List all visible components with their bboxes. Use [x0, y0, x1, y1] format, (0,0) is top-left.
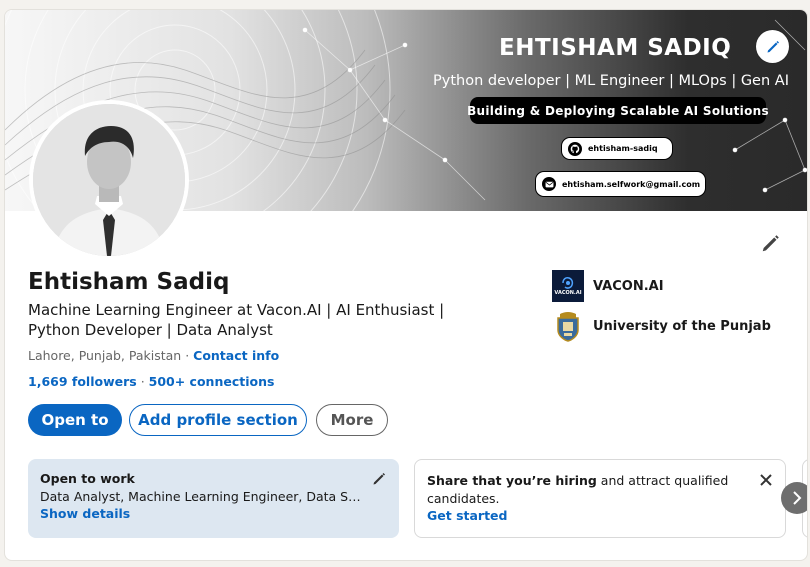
- company-name: VACON.AI: [593, 278, 664, 294]
- profile-stats: 1,669 followers · 500+ connections: [28, 374, 274, 389]
- edit-cover-button[interactable]: [756, 30, 789, 63]
- banner-name: EHTISHAM SADIQ: [499, 35, 732, 61]
- hiring-card[interactable]: Share that you’re hiring and attract qua…: [414, 459, 786, 538]
- profile-location: Lahore, Punjab, Pakistan: [28, 348, 182, 363]
- university-crest: [552, 310, 584, 342]
- get-started-link[interactable]: Get started: [427, 508, 773, 523]
- open-to-work-card[interactable]: Open to work Data Analyst, Machine Learn…: [28, 459, 399, 538]
- open-to-work-roles: Data Analyst, Machine Learning Engineer,…: [40, 489, 361, 504]
- banner-github-pill: ehtisham-sadiq: [561, 137, 673, 160]
- edit-intro-button[interactable]: [759, 231, 783, 255]
- carousel-next-button[interactable]: [781, 482, 807, 514]
- vacon-logo: VACON.AI: [552, 270, 584, 302]
- open-to-work-title: Open to work: [40, 471, 135, 486]
- show-details-link[interactable]: Show details: [40, 506, 387, 521]
- profile-location-line: Lahore, Punjab, Pakistan · Contact info: [28, 348, 279, 363]
- school-name: University of the Punjab: [593, 318, 771, 334]
- current-company[interactable]: VACON.AI VACON.AI: [552, 270, 664, 302]
- email-address: ehtisham.selfwork@gmail.com: [562, 179, 701, 189]
- pencil-icon: [762, 235, 779, 252]
- profile-card: EHTISHAM SADIQ Python developer | ML Eng…: [4, 9, 808, 561]
- contact-info-link[interactable]: Contact info: [193, 348, 279, 363]
- envelope-icon: [542, 177, 556, 191]
- avatar[interactable]: [29, 100, 189, 260]
- banner-email-pill: ehtisham.selfwork@gmail.com: [535, 171, 706, 197]
- connections-link[interactable]: 500+ connections: [149, 374, 275, 389]
- edit-open-to-work-button[interactable]: [371, 471, 387, 491]
- location-separator: ·: [181, 348, 194, 363]
- dismiss-hiring-button[interactable]: [759, 472, 773, 491]
- profile-photo: [33, 104, 185, 256]
- education-school[interactable]: University of the Punjab: [552, 310, 771, 342]
- add-profile-section-button[interactable]: Add profile section: [129, 404, 307, 436]
- banner-tagline: Building & Deploying Scalable AI Solutio…: [467, 97, 769, 124]
- followers-link[interactable]: 1,669 followers: [28, 374, 137, 389]
- more-button[interactable]: More: [316, 404, 388, 436]
- profile-name: Ehtisham Sadiq: [28, 269, 230, 295]
- pencil-icon: [373, 473, 385, 485]
- pencil-icon: [767, 40, 779, 52]
- hiring-text-bold: Share that you’re hiring: [427, 473, 597, 488]
- stats-separator: ·: [136, 374, 149, 389]
- profile-headline: Machine Learning Engineer at Vacon.AI | …: [28, 301, 445, 339]
- open-to-button[interactable]: Open to: [28, 404, 122, 436]
- banner-roles: Python developer | ML Engineer | MLOps |…: [433, 73, 789, 89]
- github-handle: ehtisham-sadiq: [588, 144, 658, 153]
- chevron-right-icon: [793, 491, 802, 505]
- vacon-logo-text: VACON.AI: [554, 290, 582, 296]
- close-icon: [760, 474, 772, 486]
- github-icon: [568, 141, 582, 156]
- hiring-text: Share that you’re hiring and attract qua…: [427, 472, 737, 508]
